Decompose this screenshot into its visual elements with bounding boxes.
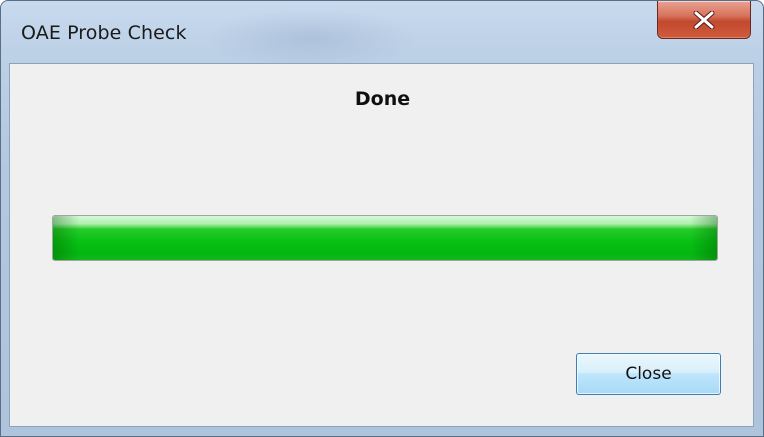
window-title: OAE Probe Check [21,22,187,44]
close-button[interactable]: Close [576,353,721,395]
progress-bar [52,215,718,261]
dialog-client-area: Done Close [9,63,754,427]
progress-fill [53,216,717,260]
close-x-icon [693,10,715,29]
title-bar[interactable]: OAE Probe Check [1,1,763,63]
dialog-window: OAE Probe Check Done Close [0,0,764,437]
status-label: Done [354,88,411,110]
window-close-button[interactable] [657,1,751,39]
